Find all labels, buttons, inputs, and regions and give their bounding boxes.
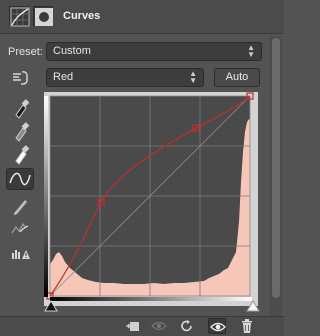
panel-title: Curves <box>63 10 101 22</box>
mask-icon[interactable] <box>33 6 53 26</box>
visibility-eye-icon <box>210 322 226 332</box>
panel-header: Curves <box>0 0 284 34</box>
sample-white-point-icon <box>15 145 30 165</box>
view-previous-state-icon <box>151 321 167 331</box>
on-image-adjust-icon <box>13 71 28 85</box>
clipping-warning-icon <box>12 250 30 259</box>
black-point-slider[interactable] <box>44 300 58 312</box>
sample-gray-point-icon <box>15 122 30 142</box>
select-arrows-icon: ▲ ▼ <box>247 43 255 59</box>
visibility-toggle[interactable] <box>208 318 226 334</box>
channel-value: Red <box>53 71 74 83</box>
auto-button[interactable]: Auto <box>214 68 260 87</box>
input-gradient-bar <box>50 297 252 301</box>
clip-to-layer-icon <box>126 322 139 331</box>
sample-black-point-icon <box>15 99 30 119</box>
view-previous-state-button[interactable] <box>150 318 168 334</box>
curves-graph-canvas[interactable] <box>44 92 258 306</box>
sample-black-point-tool[interactable] <box>6 97 34 119</box>
smooth-curve-icon <box>11 222 29 234</box>
draw-curve-tool[interactable] <box>6 194 34 216</box>
preset-select[interactable]: Custom ▲ ▼ <box>46 42 262 61</box>
clip-to-layer-button[interactable] <box>124 318 142 334</box>
curves-graph[interactable] <box>44 92 258 306</box>
output-gradient-bar <box>44 96 48 297</box>
delete-trash-icon <box>242 319 252 333</box>
on-image-adjust-tool[interactable] <box>6 66 34 88</box>
edit-points-curve-tool[interactable] <box>6 168 34 190</box>
sample-white-point-tool[interactable] <box>6 143 34 165</box>
scrollbar-thumb[interactable] <box>272 38 280 298</box>
delete-button[interactable] <box>238 318 256 334</box>
channel-select[interactable]: Red ▲ ▼ <box>46 68 204 87</box>
sample-gray-point-tool[interactable] <box>6 120 34 142</box>
white-point-slider[interactable] <box>246 300 260 312</box>
select-arrows-icon: ▲ ▼ <box>189 69 197 85</box>
preset-value: Custom <box>53 45 91 57</box>
reset-icon <box>181 320 192 332</box>
edit-points-curve-icon <box>9 172 31 186</box>
reset-button[interactable] <box>178 318 196 334</box>
smooth-curve-tool[interactable] <box>6 217 34 239</box>
curves-properties-panel: Curves Preset: Custom ▲ ▼ Red ▲ ▼ Auto <box>0 0 284 336</box>
curves-adjustment-icon[interactable] <box>9 6 30 27</box>
preset-label: Preset: <box>8 46 43 58</box>
draw-curve-icon <box>14 200 27 215</box>
clipping-warning-tool[interactable] <box>6 241 34 263</box>
